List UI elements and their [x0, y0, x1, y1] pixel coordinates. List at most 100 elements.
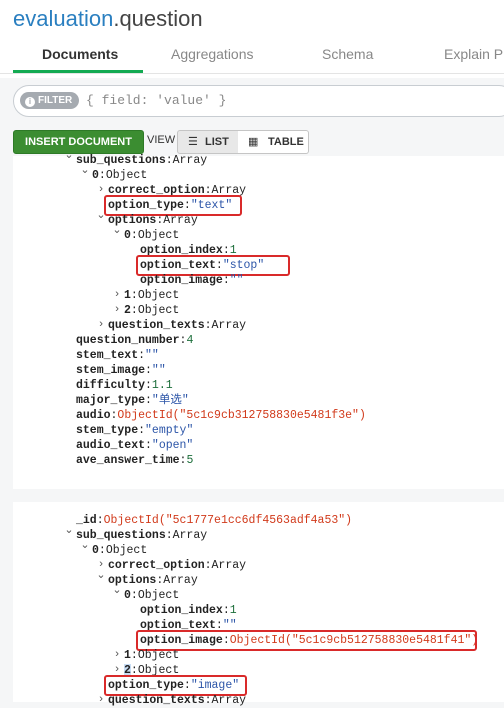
field-value: 4 — [186, 334, 194, 347]
filter-label: FILTER — [38, 95, 73, 106]
tab-documents[interactable]: Documents — [42, 46, 118, 62]
field-colon: : — [130, 589, 138, 602]
chevron-down-icon[interactable]: ⌄ — [80, 539, 90, 554]
chevron-right-icon[interactable]: › — [112, 303, 122, 318]
field-colon: : — [145, 364, 152, 377]
chevron-down-icon[interactable]: ⌄ — [64, 149, 74, 164]
field-colon: : — [130, 649, 138, 662]
field-value: Object — [105, 169, 148, 182]
collection-header: evaluation.question Documents Aggregatio… — [0, 0, 504, 78]
tab-explain-plan[interactable]: Explain P — [444, 46, 503, 62]
document-field: option_image:"" — [140, 273, 244, 288]
field-key: stem_text — [76, 349, 139, 362]
chevron-down-icon[interactable]: ⌄ — [96, 569, 106, 584]
field-key: 0 — [92, 169, 99, 182]
field-colon: : — [145, 379, 152, 392]
field-colon: : — [98, 544, 106, 557]
documents-toolbar: INSERT DOCUMENT VIEW ☰ LIST ▦ TABLE — [0, 126, 504, 156]
field-colon: : — [204, 694, 212, 707]
field-value: Array — [211, 559, 247, 572]
field-value: Array — [163, 574, 198, 587]
field-colon: : — [165, 154, 173, 167]
field-key: ave_answer_time — [76, 454, 180, 467]
filter-bar[interactable]: i FILTER { field: 'value' } — [13, 85, 504, 117]
field-key: 1 — [124, 649, 131, 662]
list-icon: ☰ — [188, 136, 198, 148]
field-value: "" — [229, 274, 244, 287]
field-key: audio — [76, 409, 111, 422]
document-field: difficulty:1.1 — [76, 378, 173, 393]
field-colon: : — [145, 439, 152, 452]
chevron-right-icon[interactable]: › — [96, 693, 106, 708]
field-colon: : — [222, 604, 230, 617]
document-card: _id:ObjectId("5c1777e1cc6df4563adf4a53")… — [13, 502, 504, 707]
chevron-right-icon[interactable]: › — [112, 288, 122, 303]
field-value: Array — [211, 319, 247, 332]
field-value: 1.1 — [151, 379, 173, 392]
field-value: 5 — [186, 454, 194, 467]
document-field[interactable]: › 1:Object — [114, 648, 180, 663]
field-key: option_image — [140, 274, 223, 287]
table-view-button[interactable]: ▦ TABLE — [238, 130, 309, 154]
document-field[interactable]: ⌄ 0:Object — [112, 585, 179, 603]
field-value: 1 — [229, 604, 237, 617]
chevron-down-icon[interactable]: ⌄ — [96, 209, 106, 224]
document-field: option_index:1 — [140, 603, 237, 618]
field-value: Object — [137, 649, 180, 662]
tab-schema[interactable]: Schema — [322, 46, 373, 62]
document-field[interactable]: › 2:Object — [114, 303, 180, 318]
field-value: ObjectId("5c1c9cb312758830e5481f3e") — [117, 409, 366, 422]
document-field[interactable]: › question_texts:Array — [98, 318, 247, 333]
field-value: "open" — [151, 439, 194, 452]
document-field[interactable]: ⌄ 0:Object — [80, 540, 147, 558]
document-field: stem_image:"" — [76, 363, 166, 378]
field-colon: : — [130, 229, 138, 242]
field-value: Object — [137, 304, 180, 317]
field-key: correct_option — [108, 559, 205, 572]
field-colon: : — [96, 514, 104, 527]
field-key: difficulty — [76, 379, 146, 392]
field-value: "" — [145, 349, 159, 362]
document-field: stem_type:"empty" — [76, 423, 193, 438]
field-value: ObjectId("5c1777e1cc6df4563adf4a53") — [103, 514, 353, 527]
document-field[interactable]: ⌄ 0:Object — [80, 165, 148, 183]
info-icon: i — [25, 97, 35, 107]
document-field[interactable]: ⌄ 0:Object — [112, 225, 179, 243]
document-field: major_type:"单选" — [76, 393, 189, 408]
list-view-label: LIST — [205, 136, 229, 148]
chevron-down-icon[interactable]: ⌄ — [112, 224, 122, 239]
document-field[interactable]: ⌄ sub_questions:Array — [64, 525, 207, 543]
document-field[interactable]: ⌄ sub_questions:Array — [64, 150, 207, 168]
page-title: evaluation.question — [13, 6, 203, 32]
document-field: audio:ObjectId("5c1c9cb312758830e5481f3e… — [76, 408, 366, 423]
field-key: 0 — [124, 229, 131, 242]
document-field: audio_text:"open" — [76, 438, 193, 453]
chevron-right-icon[interactable]: › — [112, 648, 122, 663]
annotation-highlight-box — [136, 630, 477, 651]
field-colon: : — [204, 559, 212, 572]
table-icon: ▦ — [248, 136, 259, 148]
tab-aggregations[interactable]: Aggregations — [171, 46, 254, 62]
document-field[interactable]: › 1:Object — [114, 288, 180, 303]
chevron-down-icon[interactable]: ⌄ — [80, 164, 90, 179]
field-colon: : — [130, 289, 138, 302]
list-view-button[interactable]: ☰ LIST — [177, 130, 240, 154]
document-field: _id:ObjectId("5c1777e1cc6df4563adf4a53") — [76, 513, 352, 528]
document-field[interactable]: › correct_option:Array — [98, 558, 247, 573]
field-key: stem_type — [76, 424, 139, 437]
field-key: audio_text — [76, 439, 146, 452]
filter-input[interactable]: { field: 'value' } — [86, 93, 226, 108]
field-colon: : — [204, 319, 212, 332]
chevron-down-icon[interactable]: ⌄ — [112, 584, 122, 599]
chevron-right-icon[interactable]: › — [96, 318, 106, 333]
document-field[interactable]: › question_texts:Array — [98, 693, 247, 708]
document-field: stem_text:"" — [76, 348, 159, 363]
chevron-down-icon[interactable]: ⌄ — [64, 524, 74, 539]
insert-document-button[interactable]: INSERT DOCUMENT — [13, 130, 144, 154]
field-value: Array — [211, 694, 247, 707]
field-colon: : — [138, 424, 146, 437]
field-key: question_texts — [108, 694, 205, 707]
field-colon: : — [98, 169, 106, 182]
field-colon: : — [145, 394, 152, 407]
field-key: 0 — [92, 544, 99, 557]
